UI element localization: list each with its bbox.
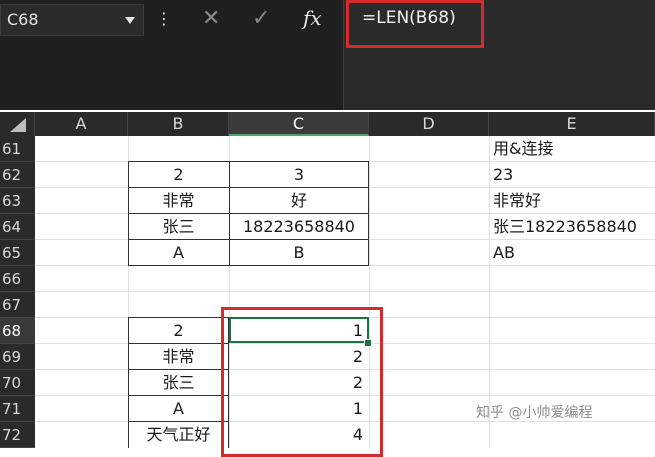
- row-header-63[interactable]: 63: [0, 188, 35, 214]
- result-highlight-box: [221, 307, 383, 457]
- row-header-68[interactable]: 68: [0, 318, 35, 344]
- column-header-c[interactable]: C: [229, 112, 369, 136]
- cell-b64[interactable]: 张三: [128, 214, 229, 240]
- more-options-icon[interactable]: ⋮: [156, 10, 172, 28]
- row-header-70[interactable]: 70: [0, 370, 35, 396]
- row-header-69[interactable]: 69: [0, 344, 35, 370]
- cell-c62[interactable]: 3: [229, 162, 369, 188]
- column-header-d[interactable]: D: [369, 112, 489, 136]
- cell-b63[interactable]: 非常: [128, 188, 229, 214]
- row-header-72[interactable]: 72: [0, 422, 35, 448]
- name-box-value: C68: [7, 10, 39, 29]
- row-header-67[interactable]: 67: [0, 292, 35, 318]
- cell-b72[interactable]: 天气正好: [128, 422, 229, 448]
- cell-c63[interactable]: 好: [229, 188, 369, 214]
- cell-b70[interactable]: 张三: [128, 370, 229, 396]
- cell-c65[interactable]: B: [229, 240, 369, 266]
- row-header-71[interactable]: 71: [0, 396, 35, 422]
- formula-highlight-box: [346, 0, 484, 48]
- cell-b71[interactable]: A: [128, 396, 229, 422]
- cell-e62[interactable]: 23: [489, 162, 655, 188]
- column-header-b[interactable]: B: [128, 112, 229, 136]
- column-header-a[interactable]: A: [35, 112, 128, 136]
- select-all-icon: [10, 118, 26, 132]
- cell-e61[interactable]: 用&连接: [489, 136, 655, 162]
- cell-b65[interactable]: A: [128, 240, 229, 266]
- cell-e65[interactable]: AB: [489, 240, 655, 266]
- name-box[interactable]: C68: [0, 4, 144, 36]
- insert-function-icon[interactable]: fx: [303, 6, 322, 30]
- row-header-66[interactable]: 66: [0, 266, 35, 292]
- column-header-e[interactable]: E: [489, 112, 655, 136]
- row-header-64[interactable]: 64: [0, 214, 35, 240]
- enter-icon[interactable]: ✓: [252, 6, 270, 31]
- row-header-61[interactable]: 61: [0, 136, 35, 162]
- row-header-62[interactable]: 62: [0, 162, 35, 188]
- chevron-down-icon[interactable]: [125, 17, 135, 24]
- cancel-icon[interactable]: ✕: [202, 6, 220, 31]
- row-header-65[interactable]: 65: [0, 240, 35, 266]
- cell-b68[interactable]: 2: [128, 318, 229, 344]
- watermark: 知乎 @小帅爱编程: [476, 405, 593, 421]
- cell-e64[interactable]: 张三18223658840: [489, 214, 655, 240]
- cell-e63[interactable]: 非常好: [489, 188, 655, 214]
- cell-b69[interactable]: 非常: [128, 344, 229, 370]
- cell-b62[interactable]: 2: [128, 162, 229, 188]
- cell-c64[interactable]: 18223658840: [229, 214, 369, 240]
- gridline: [35, 291, 655, 292]
